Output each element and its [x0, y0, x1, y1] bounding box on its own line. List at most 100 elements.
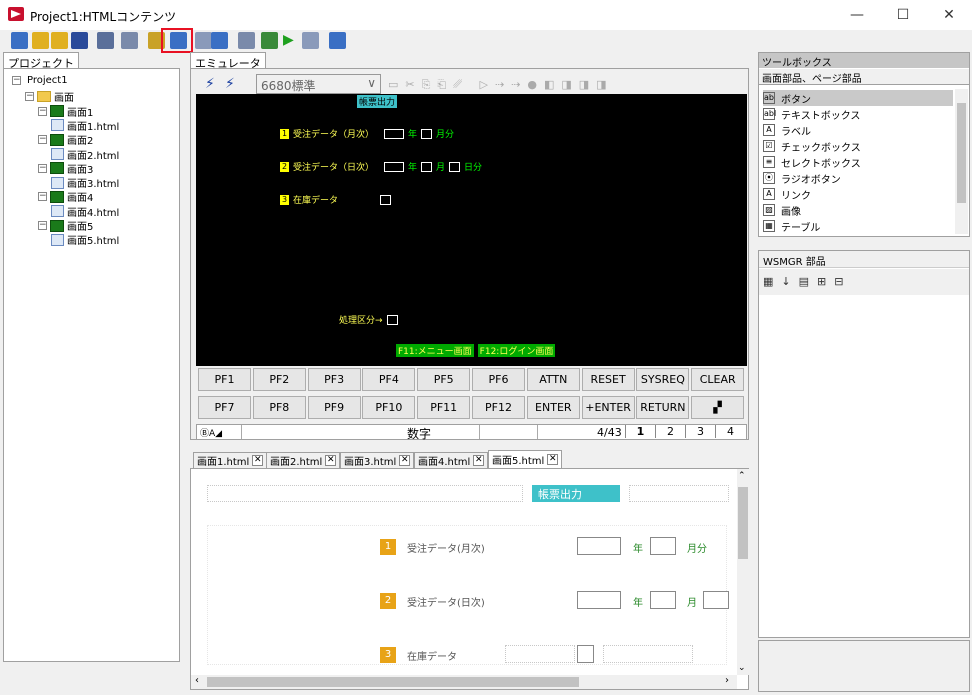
- key-pf10[interactable]: PF10: [362, 396, 416, 419]
- minimize-button[interactable]: —: [834, 0, 880, 30]
- toolbox-scrollbar[interactable]: [955, 89, 968, 234]
- tree-item[interactable]: − 画面: [25, 89, 74, 104]
- editor-tab[interactable]: 画面2.html ✕: [266, 452, 341, 469]
- table-icon[interactable]: [211, 32, 228, 49]
- copy-screen-icon[interactable]: [97, 32, 114, 49]
- editor-tab[interactable]: 画面5.html ✕: [488, 450, 563, 469]
- emu-field-month[interactable]: [421, 161, 433, 172]
- save-icon[interactable]: [71, 32, 88, 49]
- editor-tab[interactable]: 画面3.html ✕: [340, 452, 415, 469]
- toolbox-item[interactable]: ☑ チェックボックス: [763, 138, 953, 154]
- toolbox-item[interactable]: ▨ 画像: [763, 202, 953, 218]
- emu-field-stock[interactable]: [380, 194, 392, 205]
- close-tab-icon[interactable]: ✕: [473, 455, 485, 466]
- key-pf5[interactable]: PF5: [417, 368, 471, 391]
- design-field-year[interactable]: [577, 591, 621, 609]
- open-folder-icon[interactable]: [51, 32, 68, 49]
- key-pf4[interactable]: PF4: [362, 368, 416, 391]
- properties-icon[interactable]: ▤: [799, 275, 817, 288]
- design-field-day[interactable]: [703, 591, 729, 609]
- key-pf12[interactable]: PF12: [472, 396, 525, 419]
- key-reset[interactable]: RESET: [581, 368, 635, 391]
- tree-item[interactable]: 画面1.html: [51, 118, 119, 133]
- tree-item[interactable]: − 画面1: [38, 104, 93, 119]
- collapse-icon[interactable]: −: [12, 76, 21, 85]
- toolbox-item[interactable]: A リンク: [763, 186, 953, 202]
- new-icon[interactable]: [11, 32, 28, 49]
- tree-item[interactable]: − 画面2: [38, 132, 93, 147]
- tree-item[interactable]: − Project1: [12, 75, 68, 86]
- emu-field-month[interactable]: [421, 128, 433, 139]
- window-icon[interactable]: [195, 32, 212, 49]
- emu-field-proc[interactable]: [386, 314, 398, 325]
- key-pf1[interactable]: PF1: [198, 368, 251, 391]
- editor-tab[interactable]: 画面4.html ✕: [414, 452, 489, 469]
- disconnect-icon[interactable]: ⚡: [225, 76, 235, 92]
- close-tab-icon[interactable]: ✕: [399, 455, 411, 466]
- sort-alpha-icon[interactable]: ↓: [781, 275, 798, 288]
- toolbox-item[interactable]: ⦿ ラジオボタン: [763, 170, 953, 186]
- html-editor[interactable]: 帳票出力 1 受注データ(月次) 年月分 2 受注データ(日次) 年月 3 在庫データ ⌃ ⌄…: [190, 468, 749, 690]
- toolbox-item[interactable]: ≡ セレクトボックス: [763, 154, 953, 170]
- emu-field-year[interactable]: [384, 128, 405, 139]
- emulator-screen[interactable]: 帳票出力 1 受注データ（月次） 年 月分 2 受注データ（日次） 年 月 日分…: [196, 94, 747, 366]
- expand-icon[interactable]: ⊞: [817, 275, 834, 288]
- close-tab-icon[interactable]: ✕: [252, 455, 264, 466]
- key-return[interactable]: RETURN: [636, 396, 690, 419]
- editor-vscroll[interactable]: ⌃ ⌄: [737, 469, 749, 675]
- tree-item[interactable]: 画面4.html: [51, 204, 119, 219]
- help-icon[interactable]: [329, 32, 346, 49]
- key-pf8[interactable]: PF8: [252, 396, 306, 419]
- key-attn[interactable]: ATTN: [526, 368, 580, 391]
- toolbox-item[interactable]: A ラベル: [763, 122, 953, 138]
- collapse-icon[interactable]: −: [38, 163, 47, 173]
- toolbox-subheader[interactable]: 画面部品、ページ部品: [759, 69, 969, 85]
- toolbox-item[interactable]: abl テキストボックス: [763, 106, 953, 122]
- key-sysreq[interactable]: SYSREQ: [636, 368, 690, 391]
- scroll-up-icon[interactable]: ⌃: [738, 471, 746, 481]
- play-icon[interactable]: ▶: [283, 32, 300, 49]
- design-field-month[interactable]: [650, 537, 676, 555]
- page-4[interactable]: 4: [715, 425, 745, 438]
- scroll-down-icon[interactable]: ⌄: [738, 663, 746, 673]
- connect-icon[interactable]: ⚡: [205, 76, 215, 92]
- page-2[interactable]: 2: [655, 425, 685, 438]
- key-pf2[interactable]: PF2: [252, 368, 306, 391]
- maximize-button[interactable]: ☐: [880, 0, 926, 30]
- categorized-icon[interactable]: ▦: [763, 275, 781, 288]
- grid-icon[interactable]: [121, 32, 138, 49]
- tree-item[interactable]: − 画面3: [38, 161, 93, 176]
- tree-item[interactable]: − 画面4: [38, 189, 93, 204]
- key-pf9[interactable]: PF9: [307, 396, 361, 419]
- design-field-month[interactable]: [650, 591, 676, 609]
- toolbox-item[interactable]: ▦ テーブル: [763, 218, 953, 234]
- collapse-icon[interactable]: ⊟: [834, 275, 851, 288]
- scroll-left-icon[interactable]: ‹: [195, 675, 199, 686]
- page-3[interactable]: 3: [685, 425, 715, 438]
- close-tab-icon[interactable]: ✕: [325, 455, 337, 466]
- tree-item[interactable]: 画面2.html: [51, 147, 119, 162]
- key-pf11[interactable]: PF11: [417, 396, 471, 419]
- collapse-icon[interactable]: −: [38, 192, 47, 202]
- import-icon[interactable]: [238, 32, 255, 49]
- emulation-mode-select[interactable]: 6680標準 ∨: [256, 74, 381, 94]
- scroll-right-icon[interactable]: ›: [725, 675, 729, 686]
- collapse-icon[interactable]: −: [25, 92, 34, 102]
- close-button[interactable]: ✕: [926, 0, 972, 30]
- tree-item[interactable]: 画面5.html: [51, 232, 119, 247]
- key-plus-enter[interactable]: +ENTER: [581, 396, 635, 419]
- close-tab-icon[interactable]: ✕: [547, 454, 559, 465]
- tree-item[interactable]: − 画面5: [38, 218, 93, 233]
- key-pf6[interactable]: PF6: [472, 368, 525, 391]
- key-pf3[interactable]: PF3: [307, 368, 361, 391]
- stop-icon[interactable]: [302, 32, 319, 49]
- collapse-icon[interactable]: −: [38, 221, 47, 230]
- editor-tab[interactable]: 画面1.html ✕: [193, 452, 268, 469]
- run-config-icon[interactable]: [261, 32, 278, 49]
- key-enter[interactable]: ENTER: [526, 396, 580, 419]
- design-checkbox[interactable]: [577, 645, 594, 663]
- open-icon[interactable]: [32, 32, 49, 49]
- editor-hscroll[interactable]: ‹ ›: [191, 675, 737, 689]
- collapse-icon[interactable]: −: [38, 106, 47, 116]
- tab-emulator[interactable]: エミュレータ: [190, 52, 266, 70]
